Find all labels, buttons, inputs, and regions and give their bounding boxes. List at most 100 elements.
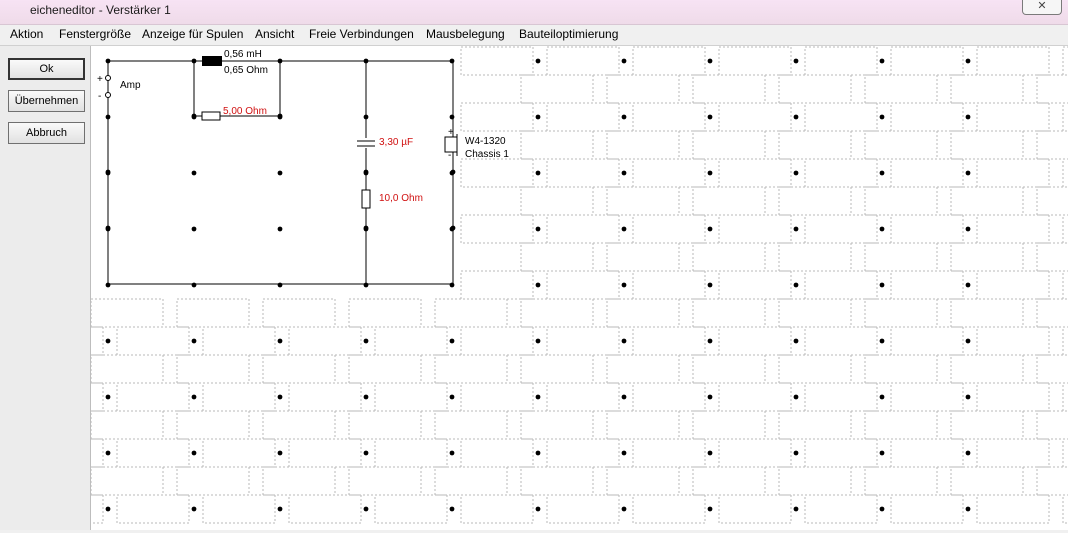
grid-cell[interactable] (116, 438, 190, 468)
grid-cell[interactable] (778, 354, 852, 384)
menu-fenstergroesse[interactable]: Fenstergröße (59, 27, 131, 41)
grid-cell[interactable] (1062, 326, 1068, 356)
grid-cell[interactable] (890, 158, 964, 188)
grid-cell[interactable] (718, 438, 792, 468)
grid-cell[interactable] (1062, 494, 1068, 524)
grid-node[interactable] (535, 170, 541, 176)
grid-cell[interactable] (864, 130, 938, 160)
grid-cell[interactable] (864, 410, 938, 440)
grid-node[interactable] (707, 226, 713, 232)
capacitor-label[interactable]: 3,30 µF (379, 137, 413, 148)
grid-cell[interactable] (374, 382, 448, 412)
grid-cell[interactable] (632, 438, 706, 468)
grid-cell[interactable] (890, 214, 964, 244)
grid-cell[interactable] (976, 46, 1050, 76)
grid-node[interactable] (965, 506, 971, 512)
grid-cell[interactable] (632, 382, 706, 412)
grid-node[interactable] (191, 338, 197, 344)
cancel-button[interactable]: Abbruch (8, 122, 85, 144)
parallel-resistor-symbol[interactable] (201, 111, 221, 121)
grid-cell[interactable] (692, 186, 766, 216)
grid-cell[interactable] (520, 74, 594, 104)
grid-node[interactable] (707, 394, 713, 400)
grid-node[interactable] (965, 226, 971, 232)
grid-cell[interactable] (692, 354, 766, 384)
grid-node[interactable] (707, 506, 713, 512)
grid-cell[interactable] (30, 494, 104, 524)
grid-cell[interactable] (1062, 102, 1068, 132)
grid-cell[interactable] (262, 354, 336, 384)
grid-node[interactable] (793, 282, 799, 288)
grid-node[interactable] (793, 58, 799, 64)
grid-node[interactable] (449, 394, 455, 400)
grid-cell[interactable] (176, 298, 250, 328)
grid-cell[interactable] (374, 494, 448, 524)
grid-cell[interactable] (546, 102, 620, 132)
grid-node[interactable] (793, 170, 799, 176)
grid-cell[interactable] (348, 466, 422, 496)
grid-node[interactable] (535, 506, 541, 512)
grid-node[interactable] (363, 338, 369, 344)
grid-node[interactable] (277, 394, 283, 400)
grid-cell[interactable] (460, 158, 534, 188)
grid-cell[interactable] (460, 214, 534, 244)
ok-button[interactable]: Ok (8, 58, 85, 80)
grid-node[interactable] (449, 450, 455, 456)
grid-cell[interactable] (1036, 354, 1068, 384)
grid-cell[interactable] (348, 354, 422, 384)
grid-cell[interactable] (460, 326, 534, 356)
grid-node[interactable] (793, 450, 799, 456)
grid-cell[interactable] (950, 130, 1024, 160)
grid-node[interactable] (191, 58, 197, 64)
grid-node[interactable] (621, 394, 627, 400)
grid-cell[interactable] (718, 326, 792, 356)
grid-cell[interactable] (864, 298, 938, 328)
grid-cell[interactable] (718, 382, 792, 412)
grid-cell[interactable] (434, 298, 508, 328)
grid-cell[interactable] (546, 438, 620, 468)
grid-node[interactable] (965, 450, 971, 456)
grid-node[interactable] (621, 226, 627, 232)
grid-cell[interactable] (976, 270, 1050, 300)
grid-node[interactable] (363, 114, 369, 120)
grid-node[interactable] (105, 58, 111, 64)
grid-cell[interactable] (950, 242, 1024, 272)
grid-cell[interactable] (804, 46, 878, 76)
grid-cell[interactable] (606, 466, 680, 496)
grid-cell[interactable] (262, 466, 336, 496)
menu-freie-verbindungen[interactable]: Freie Verbindungen (309, 27, 414, 41)
grid-cell[interactable] (202, 382, 276, 412)
parallel-resistor-label[interactable]: 5,00 Ohm (223, 106, 267, 117)
grid-node[interactable] (449, 114, 455, 120)
grid-node[interactable] (879, 506, 885, 512)
grid-node[interactable] (277, 282, 283, 288)
grid-cell[interactable] (520, 242, 594, 272)
menu-aktion[interactable]: Aktion (10, 27, 43, 41)
grid-node[interactable] (879, 58, 885, 64)
grid-cell[interactable] (606, 298, 680, 328)
grid-cell[interactable] (606, 130, 680, 160)
grid-cell[interactable] (116, 382, 190, 412)
grid-node[interactable] (621, 338, 627, 344)
grid-cell[interactable] (778, 242, 852, 272)
grid-cell[interactable] (976, 326, 1050, 356)
grid-node[interactable] (363, 58, 369, 64)
grid-cell[interactable] (1036, 466, 1068, 496)
grid-cell[interactable] (718, 102, 792, 132)
inductor-symbol[interactable] (202, 56, 222, 66)
grid-cell[interactable] (606, 186, 680, 216)
grid-cell[interactable] (288, 494, 362, 524)
circuit-canvas[interactable]: + - Amp 0,56 mH 0,65 Ohm 5,00 Ohm 3,30 µ… (30, 46, 1068, 530)
grid-cell[interactable] (606, 242, 680, 272)
grid-node[interactable] (879, 114, 885, 120)
grid-node[interactable] (793, 394, 799, 400)
grid-cell[interactable] (606, 410, 680, 440)
grid-cell[interactable] (1062, 270, 1068, 300)
grid-cell[interactable] (692, 410, 766, 440)
grid-node[interactable] (277, 338, 283, 344)
grid-node[interactable] (621, 282, 627, 288)
grid-node[interactable] (793, 506, 799, 512)
grid-cell[interactable] (632, 326, 706, 356)
grid-node[interactable] (363, 450, 369, 456)
grid-cell[interactable] (864, 74, 938, 104)
